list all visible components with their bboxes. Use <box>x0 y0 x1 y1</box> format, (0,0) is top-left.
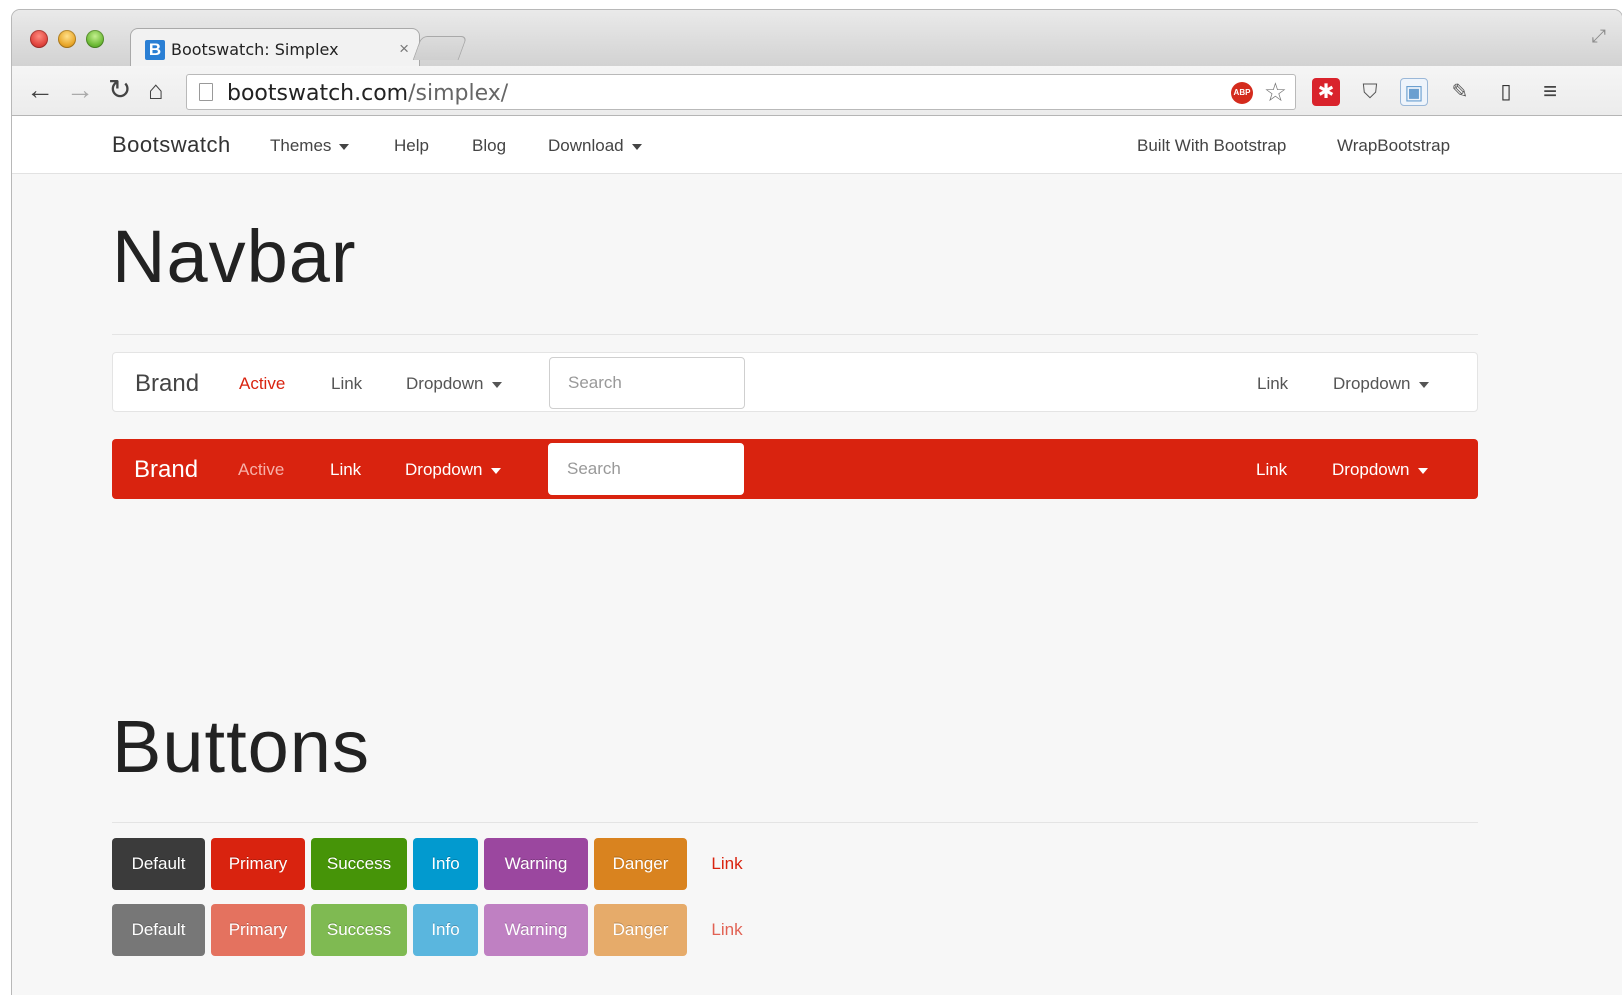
fullscreen-icon[interactable]: ⤢ <box>1592 26 1606 47</box>
home-icon[interactable]: ⌂ <box>148 74 164 106</box>
caret-down-icon <box>1418 381 1429 388</box>
blog-link[interactable]: Blog <box>472 136 506 156</box>
navbar-dropdown-label: Dropdown <box>406 374 484 393</box>
primary-button[interactable]: Primary <box>211 838 305 890</box>
themes-label: Themes <box>270 136 332 155</box>
link-button[interactable]: Link <box>702 838 752 890</box>
menu-icon[interactable]: ≡ <box>1536 78 1564 106</box>
warning-button[interactable]: Warning <box>484 838 588 890</box>
lastpass-icon[interactable]: ✱ <box>1312 78 1340 106</box>
forward-arrow-icon[interactable]: → <box>66 74 94 106</box>
browser-tab[interactable]: B Bootswatch: Simplex × <box>130 28 420 68</box>
zoom-window-button[interactable] <box>86 30 104 48</box>
title-bar: B Bootswatch: Simplex × ⤢ <box>12 10 1622 68</box>
bookmark-star-icon[interactable]: ☆ <box>1264 77 1287 108</box>
demo-navbar-inverse: Brand Active Link Dropdown Link Dropdown <box>112 439 1478 499</box>
navbar-dropdown[interactable]: Dropdown <box>405 460 501 480</box>
site-brand[interactable]: Bootswatch <box>112 132 231 158</box>
navbar-search-input[interactable] <box>549 357 745 409</box>
caret-down-icon <box>631 143 642 150</box>
page-content: Bootswatch Themes Help Blog Download Bui… <box>12 116 1622 995</box>
caret-down-icon <box>1417 467 1428 474</box>
bootswatch-favicon-icon: B <box>145 40 165 60</box>
pocket-icon[interactable]: ⛉ <box>1356 78 1384 106</box>
adblock-icon[interactable]: ABP <box>1231 82 1253 104</box>
device-icon[interactable]: ▯ <box>1492 78 1520 106</box>
wrapbootstrap-link[interactable]: WrapBootstrap <box>1337 136 1450 156</box>
primary-button-disabled[interactable]: Primary <box>211 904 305 956</box>
navbar-search-input[interactable] <box>548 443 744 495</box>
page-icon <box>199 83 213 101</box>
navbar-dropdown-label: Dropdown <box>405 460 483 479</box>
themes-dropdown[interactable]: Themes <box>270 136 350 156</box>
default-button[interactable]: Default <box>112 838 205 890</box>
extension-icon[interactable]: ▣ <box>1400 78 1428 106</box>
caret-down-icon <box>339 143 350 150</box>
navbar-right-dropdown[interactable]: Dropdown <box>1332 460 1428 480</box>
navbar-link[interactable]: Link <box>331 374 362 394</box>
tab-close-icon[interactable]: × <box>399 39 409 59</box>
url-path: /simplex/ <box>408 81 509 106</box>
navbar-brand[interactable]: Brand <box>135 370 199 398</box>
built-with-bootstrap-link[interactable]: Built With Bootstrap <box>1137 136 1286 156</box>
navbar-right-dropdown[interactable]: Dropdown <box>1333 374 1429 394</box>
navbar-dropdown[interactable]: Dropdown <box>406 374 502 394</box>
navbar-right-dropdown-label: Dropdown <box>1333 374 1411 393</box>
browser-toolbar: ← → ↻ ⌂ bootswatch.com/simplex/ ABP ☆ ✱ … <box>12 66 1622 116</box>
navbar-active-link[interactable]: Active <box>239 374 285 394</box>
tab-title: Bootswatch: Simplex <box>171 40 339 59</box>
section-divider <box>112 822 1478 823</box>
navbar-section-title: Navbar <box>112 215 357 298</box>
info-button[interactable]: Info <box>413 838 478 890</box>
address-bar[interactable]: bootswatch.com/simplex/ ABP ☆ <box>186 74 1296 110</box>
buttons-section-title: Buttons <box>112 705 370 788</box>
download-label: Download <box>548 136 624 155</box>
reload-icon[interactable]: ↻ <box>108 74 131 106</box>
danger-button[interactable]: Danger <box>594 838 687 890</box>
minimize-window-button[interactable] <box>58 30 76 48</box>
info-button-disabled[interactable]: Info <box>413 904 478 956</box>
navbar-right-link[interactable]: Link <box>1257 374 1288 394</box>
url-host: bootswatch.com <box>227 81 409 106</box>
help-link[interactable]: Help <box>394 136 429 156</box>
default-button-disabled[interactable]: Default <box>112 904 205 956</box>
section-divider <box>112 334 1478 335</box>
browser-window: B Bootswatch: Simplex × ⤢ ← → ↻ ⌂ bootsw… <box>12 10 1622 995</box>
navbar-brand[interactable]: Brand <box>134 456 198 484</box>
success-button[interactable]: Success <box>311 838 407 890</box>
site-navbar: Bootswatch Themes Help Blog Download Bui… <box>12 116 1622 174</box>
new-tab-button[interactable] <box>412 36 468 60</box>
navbar-link[interactable]: Link <box>330 460 361 480</box>
close-window-button[interactable] <box>30 30 48 48</box>
back-arrow-icon[interactable]: ← <box>26 74 54 106</box>
caret-down-icon <box>490 467 501 474</box>
warning-button-disabled[interactable]: Warning <box>484 904 588 956</box>
danger-button-disabled[interactable]: Danger <box>594 904 687 956</box>
download-dropdown[interactable]: Download <box>548 136 642 156</box>
success-button-disabled[interactable]: Success <box>311 904 407 956</box>
link-button-disabled[interactable]: Link <box>702 904 752 956</box>
url-text: bootswatch.com/simplex/ <box>227 81 508 106</box>
eyedropper-icon[interactable]: ✎ <box>1446 78 1474 106</box>
navbar-right-dropdown-label: Dropdown <box>1332 460 1410 479</box>
caret-down-icon <box>491 381 502 388</box>
navbar-right-link[interactable]: Link <box>1256 460 1287 480</box>
navbar-active-link[interactable]: Active <box>238 460 284 480</box>
demo-navbar-default: Brand Active Link Dropdown Link Dropdown <box>112 352 1478 412</box>
